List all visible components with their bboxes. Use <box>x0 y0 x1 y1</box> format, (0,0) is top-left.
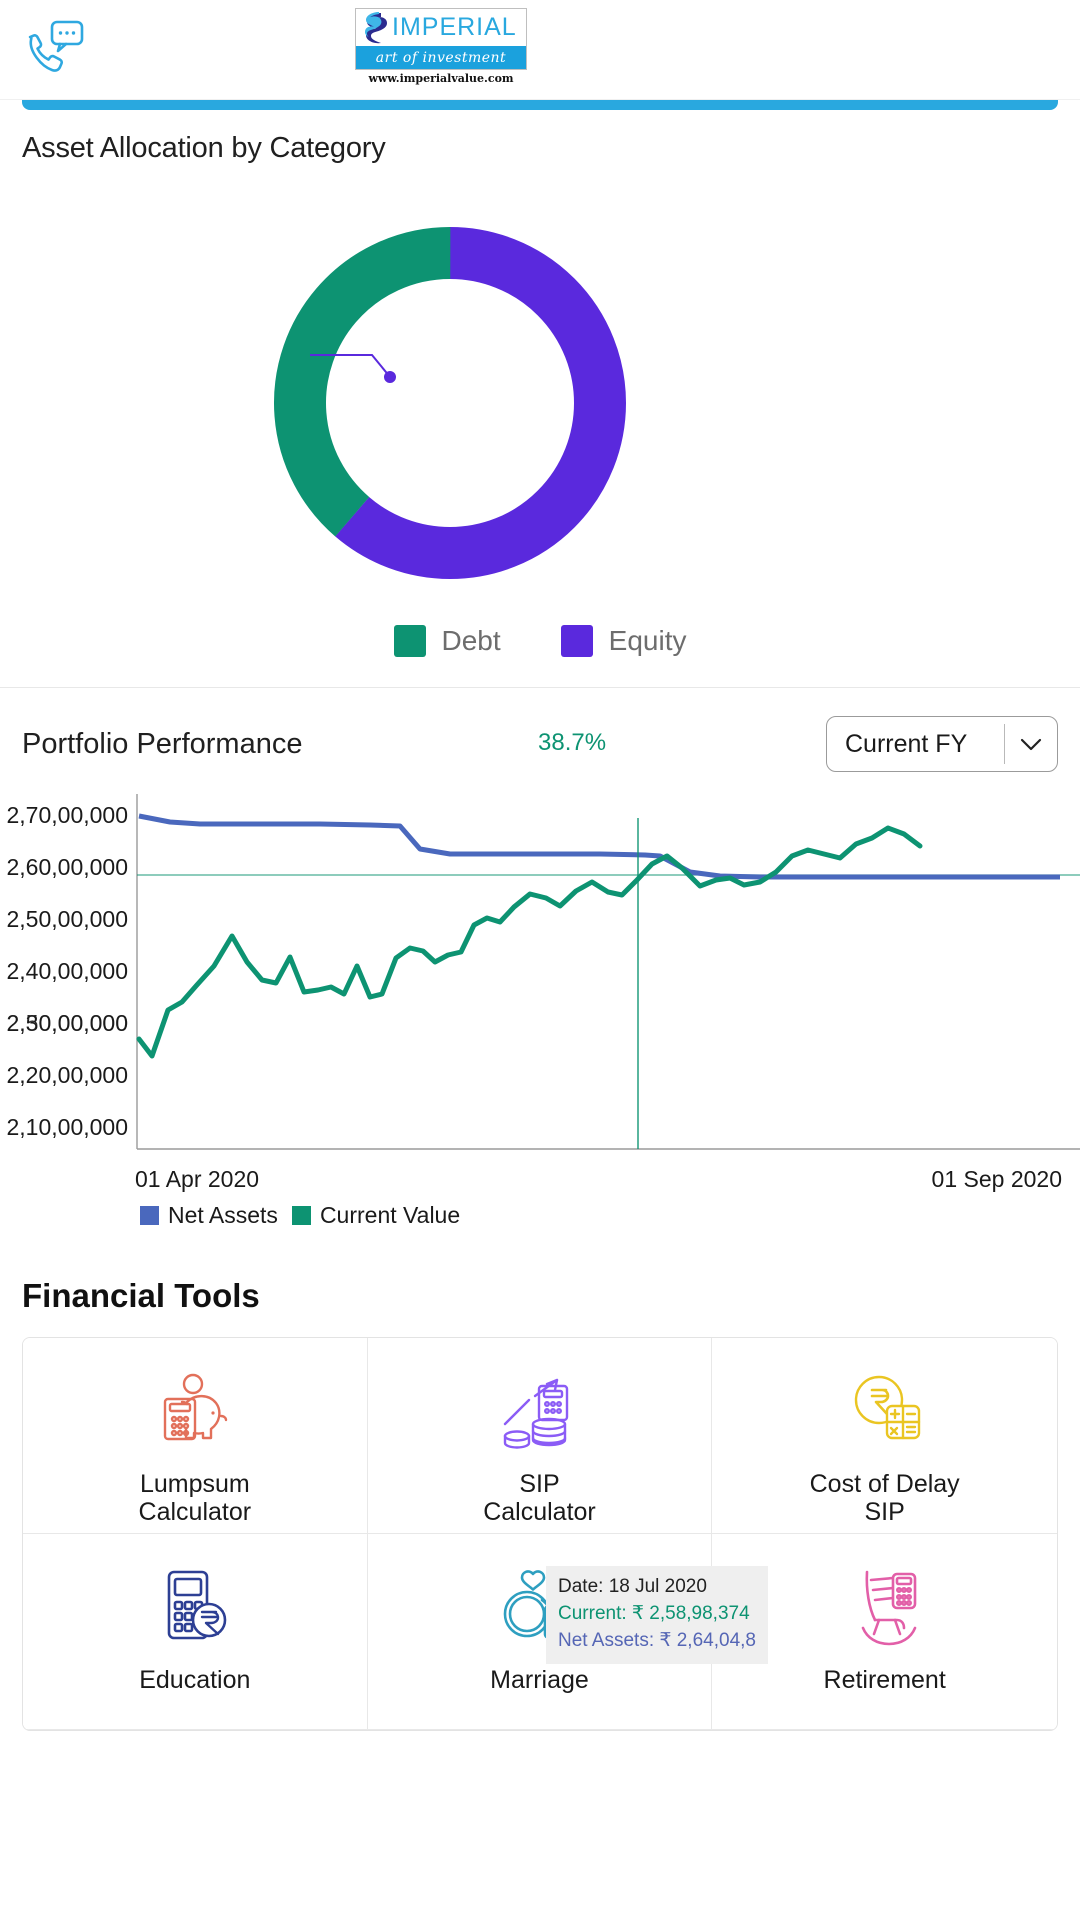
x-axis-end-label: 01 Sep 2020 <box>931 1166 1062 1192</box>
app-header: IMPERIAL art of investment www.imperialv… <box>0 0 1080 100</box>
header-accent-bar <box>22 100 1058 110</box>
debt-percent-label: 38.7% <box>538 729 607 756</box>
tool-label-marriage: Marriage <box>490 1666 589 1694</box>
tool-card-retirement[interactable]: Retirement <box>712 1534 1057 1730</box>
brand-logo: IMPERIAL art of investment <box>355 8 527 70</box>
legend-swatch-equity <box>560 625 593 657</box>
calculator-rupee-icon <box>149 1560 241 1652</box>
brand-logo-top: IMPERIAL <box>356 9 526 46</box>
tool-label-retirement: Retirement <box>823 1666 946 1694</box>
allocation-legend: Debt Equity <box>0 625 1080 687</box>
piggy-bank-calculator-icon <box>149 1364 241 1456</box>
tool-label-lumpsum-calculator: Lumpsum Calculator <box>138 1470 252 1526</box>
legend-label-debt: Debt <box>441 625 501 656</box>
donut-chart-svg <box>274 227 626 579</box>
legend-swatch-debt <box>393 625 426 657</box>
coins-growth-calculator-icon <box>493 1364 585 1456</box>
tool-card-lumpsum-calculator[interactable]: Lumpsum Calculator <box>23 1338 368 1534</box>
phone-chat-icon[interactable] <box>22 18 88 80</box>
brand-name: IMPERIAL <box>392 13 517 42</box>
performance-line-chart-svg: ₹ 2,70,00,000 ₹ 2,60,00,000 ₹ 2,50,00,00… <box>0 794 1080 1150</box>
financial-tools-title: Financial Tools <box>22 1277 260 1314</box>
asset-allocation-title: Asset Allocation by Category <box>22 132 386 164</box>
svg-text:₹ 2,50,00,000: ₹ 2,50,00,000 <box>0 906 128 932</box>
legend-swatch-net-assets <box>140 1206 159 1225</box>
tool-card-education[interactable]: Education <box>23 1534 368 1730</box>
svg-text:₹ 2,30,00,000: ₹ 2,30,00,000 <box>0 1010 128 1036</box>
fiscal-year-select[interactable]: Current FY <box>826 716 1058 772</box>
legend-item-net-assets[interactable]: Net Assets <box>140 1202 278 1229</box>
tool-label-sip-calculator: SIP Calculator <box>483 1470 596 1526</box>
financial-tools-grid: Lumpsum Calculator SIP Calculator Cost o… <box>22 1337 1058 1731</box>
imperial-swoosh-icon <box>360 11 390 45</box>
performance-line-chart: ₹ 2,70,00,000 ₹ 2,60,00,000 ₹ 2,50,00,00… <box>0 794 1080 1664</box>
svg-text:₹ 2,20,00,000: ₹ 2,20,00,000 <box>0 1062 128 1088</box>
financial-tools-section: Financial Tools Lumpsum Calculator SIP C… <box>0 1239 1080 1731</box>
donut-chart: 38.7% <box>0 165 1080 756</box>
legend-swatch-current-value <box>291 1206 311 1225</box>
portfolio-performance-card: Portfolio Performance Current FY ₹ 2,70,… <box>0 688 1080 1664</box>
brand-logo-bottom: art of investment <box>356 46 526 70</box>
legend-item-equity[interactable]: Equity <box>560 625 687 657</box>
legend-item-current-value[interactable]: Current Value <box>291 1202 461 1229</box>
wedding-rings-calculator-icon <box>493 1560 585 1652</box>
tool-label-cost-of-delay-sip: Cost of Delay SIP <box>809 1470 960 1526</box>
performance-x-axis: 01 Apr 2020 01 Sep 2020 <box>0 1166 1080 1196</box>
rupee-coin-calculator-icon <box>839 1364 931 1456</box>
svg-text:₹ 2,60,00,000: ₹ 2,60,00,000 <box>0 854 128 880</box>
svg-text:₹ 2,10,00,000: ₹ 2,10,00,000 <box>0 1114 128 1140</box>
fiscal-year-value: Current FY <box>845 729 968 758</box>
tool-card-marriage[interactable]: Marriage <box>367 1534 713 1730</box>
rocking-chair-calculator-icon <box>839 1560 931 1652</box>
portfolio-performance-title: Portfolio Performance <box>22 727 303 760</box>
tool-card-cost-of-delay-sip[interactable]: Cost of Delay SIP <box>712 1338 1057 1534</box>
svg-text:₹ 2,40,00,000: ₹ 2,40,00,000 <box>0 958 128 984</box>
legend-label-current-value: Current Value <box>319 1202 461 1228</box>
tool-card-sip-calculator[interactable]: SIP Calculator <box>367 1338 713 1534</box>
brand-tagline: art of investment <box>375 49 507 66</box>
asset-allocation-card: Asset Allocation by Category 38.7% Debt <box>0 110 1080 756</box>
tool-label-education: Education <box>139 1666 251 1694</box>
x-axis-start-label: 01 Apr 2020 <box>135 1166 260 1192</box>
legend-label-net-assets: Net Assets <box>168 1202 278 1228</box>
brand-url: www.imperialvalue.com <box>368 72 514 85</box>
performance-legend: Net Assets Current Value <box>0 1202 1080 1229</box>
chevron-down-icon[interactable] <box>1005 736 1057 752</box>
legend-item-debt[interactable]: Debt <box>393 625 501 657</box>
svg-text:₹ 2,70,00,000: ₹ 2,70,00,000 <box>0 802 128 828</box>
legend-label-equity: Equity <box>608 625 687 656</box>
